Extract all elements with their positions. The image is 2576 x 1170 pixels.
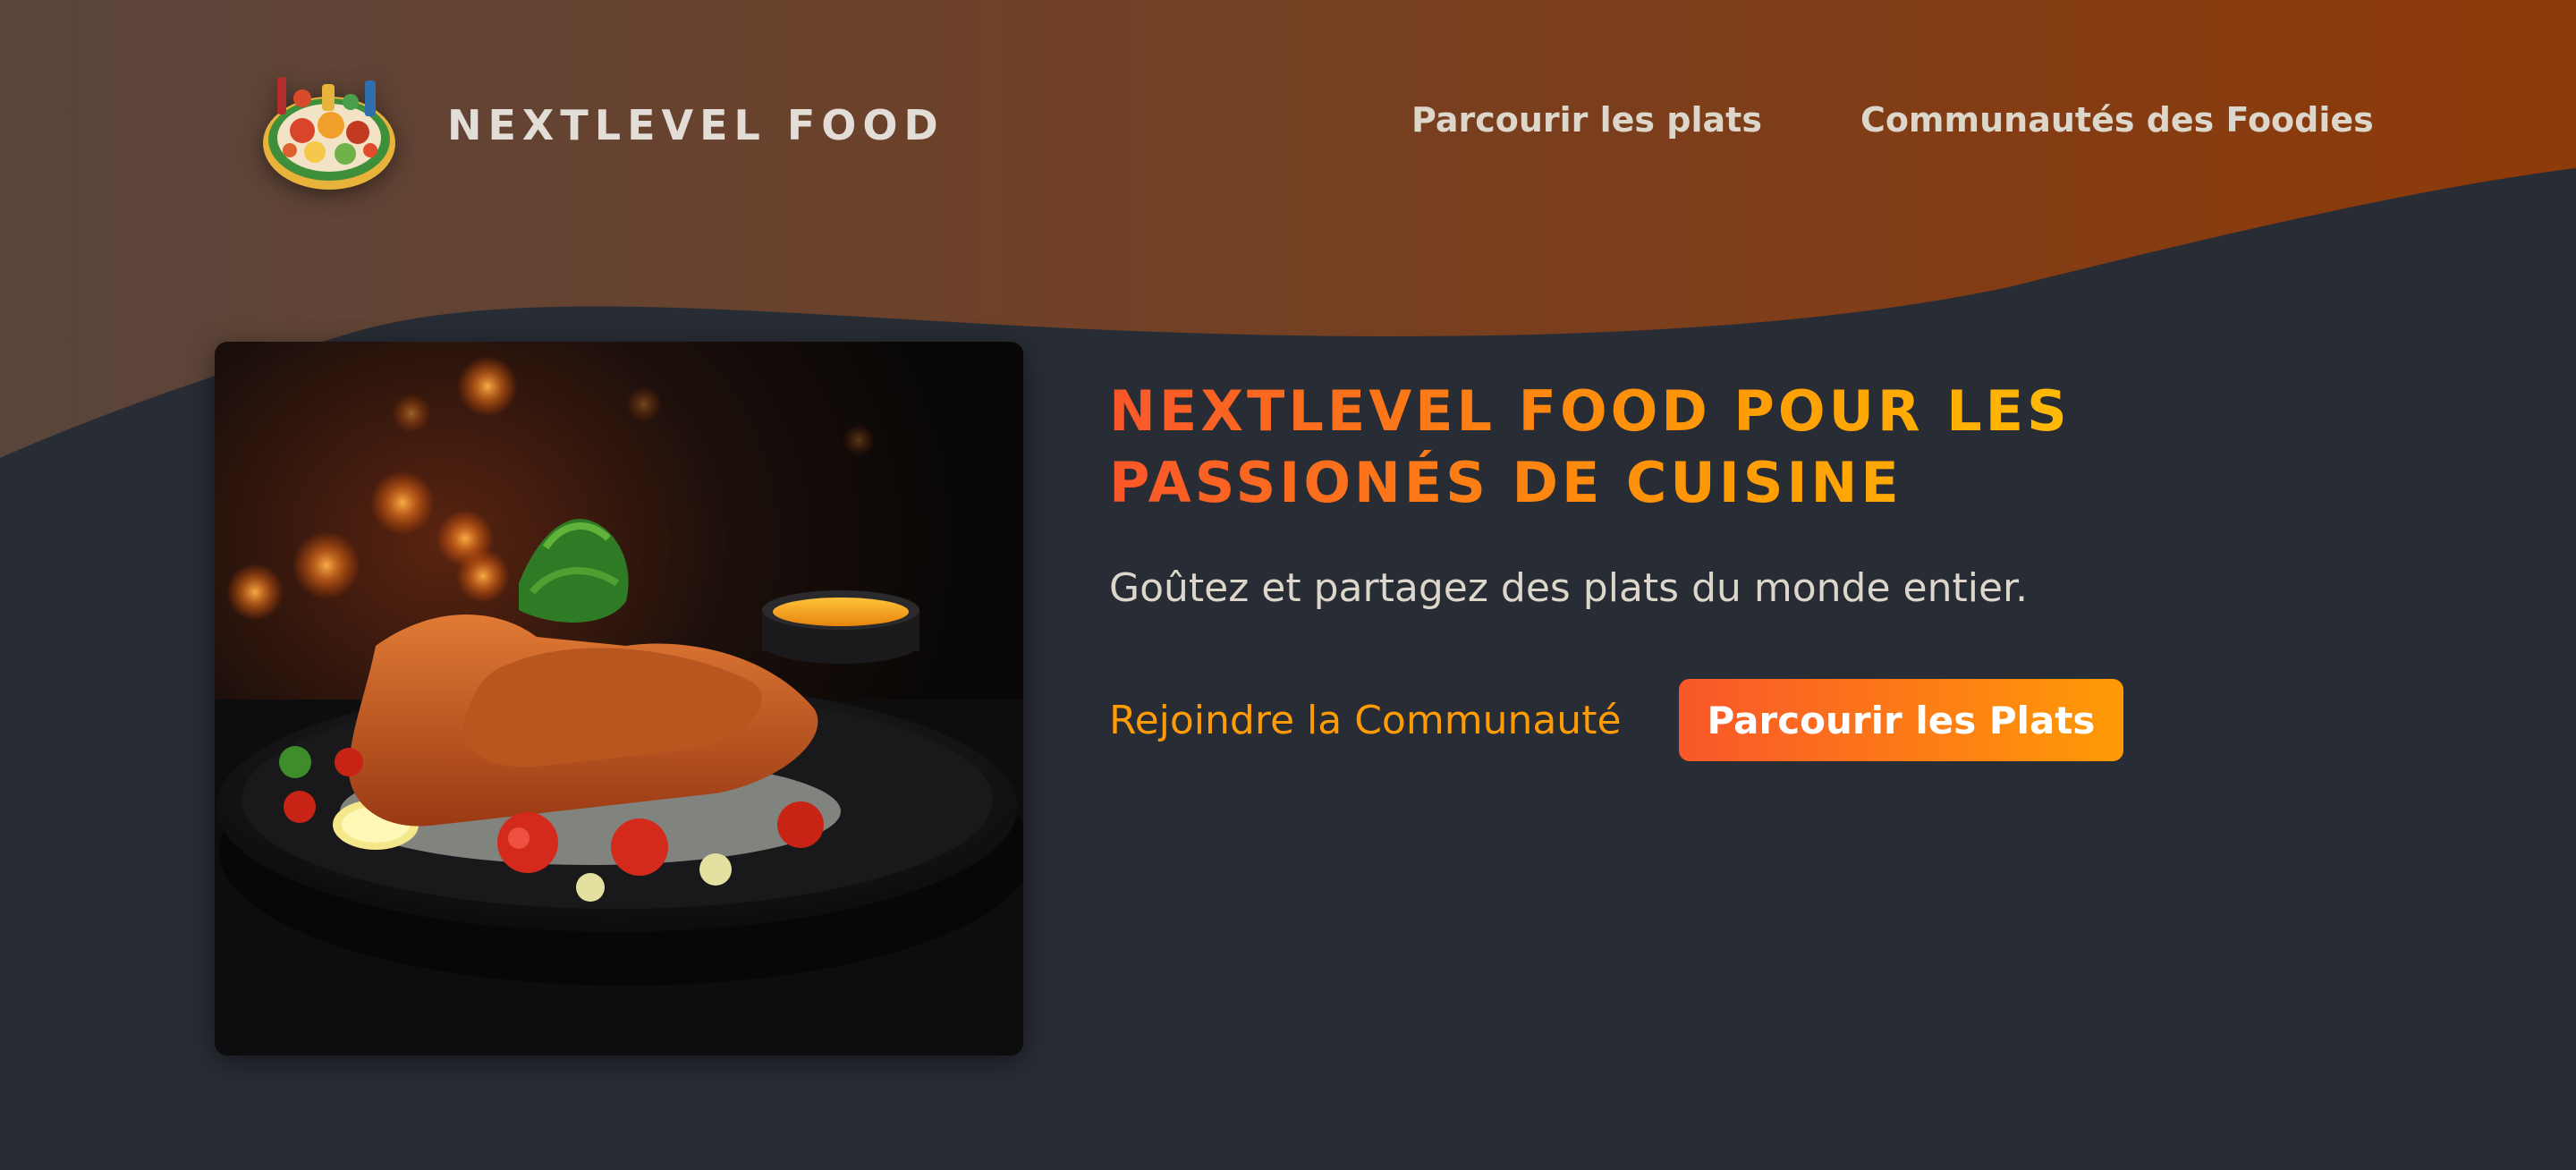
- browse-meals-button[interactable]: Parcourir les Plats: [1678, 679, 2124, 761]
- hero-text: NEXTLEVEL FOOD POUR LES PASSIONÉS DE CUI…: [1109, 376, 2361, 761]
- schnitzel-plate-photo: [215, 342, 1023, 1056]
- brand-name: NEXTLEVEL FOOD: [447, 101, 945, 149]
- home-logo-link[interactable]: NEXTLEVEL FOOD: [258, 54, 945, 197]
- main-nav: Parcourir les plats Communautés des Food…: [1411, 100, 2374, 140]
- nav-link-meals[interactable]: Parcourir les plats: [1411, 100, 1762, 140]
- food-platter-icon: [263, 77, 395, 190]
- hero-image: [215, 342, 1023, 1056]
- nav-link-community[interactable]: Communautés des Foodies: [1860, 100, 2374, 140]
- join-community-link[interactable]: Rejoindre la Communauté: [1109, 698, 1622, 743]
- site-header: NEXTLEVEL FOOD Parcourir les plats Commu…: [0, 0, 2576, 259]
- hero-title: NEXTLEVEL FOOD POUR LES PASSIONÉS DE CUI…: [1109, 376, 2236, 519]
- hero-subtitle: Goûtez et partagez des plats du monde en…: [1109, 565, 2029, 611]
- hero-cta-group: Rejoindre la Communauté Parcourir les Pl…: [1109, 679, 2361, 761]
